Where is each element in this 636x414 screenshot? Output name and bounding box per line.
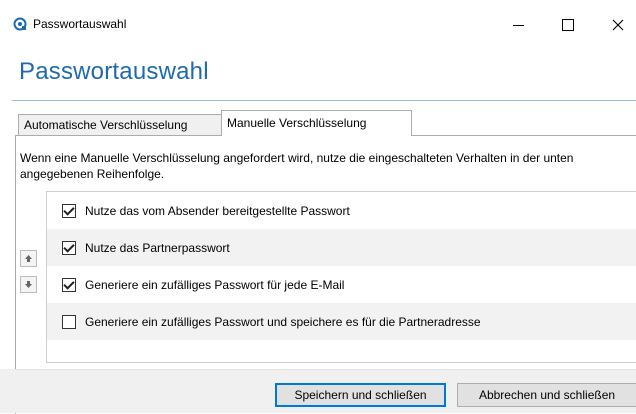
option-list: Nutze das vom Absender bereitgestellte P… xyxy=(46,191,636,363)
list-item[interactable]: Nutze das Partnerpasswort xyxy=(47,229,636,266)
close-button[interactable] xyxy=(595,10,636,40)
window-title: Passwortauswahl xyxy=(33,17,127,31)
option-label: Nutze das vom Absender bereitgestellte P… xyxy=(85,203,350,218)
cancel-and-close-button[interactable]: Abbrechen und schließen xyxy=(457,383,636,407)
list-item[interactable]: Generiere ein zufälliges Passwort für je… xyxy=(47,266,636,303)
arrow-down-icon xyxy=(25,281,32,288)
option-label: Generiere ein zufälliges Passwort für je… xyxy=(85,277,345,292)
option-checkbox[interactable] xyxy=(62,203,76,218)
save-and-close-button[interactable]: Speichern und schließen xyxy=(275,383,446,407)
minimize-icon xyxy=(512,24,524,26)
move-up-button[interactable] xyxy=(20,250,37,267)
list-item[interactable]: Nutze das vom Absender bereitgestellte P… xyxy=(47,192,636,229)
option-checkbox[interactable] xyxy=(62,240,76,255)
arrow-up-icon xyxy=(25,255,32,262)
title-bar: Passwortauswahl xyxy=(0,0,636,46)
shield-key-icon xyxy=(13,17,27,31)
option-label: Generiere ein zufälliges Passwort und sp… xyxy=(85,314,481,329)
heading-divider xyxy=(12,100,636,101)
move-down-button[interactable] xyxy=(20,276,37,293)
option-label: Nutze das Partnerpasswort xyxy=(85,240,230,255)
description-text: Wenn eine Manuelle Verschlüsselung angef… xyxy=(20,151,574,181)
page-title: Passwortauswahl xyxy=(19,58,209,85)
tab-manual-encryption[interactable]: Manuelle Verschlüsselung xyxy=(221,110,412,136)
dialog-window: Passwortauswahl Passwortauswahl Automati… xyxy=(0,0,636,414)
footer-divider xyxy=(15,369,636,370)
minimize-button[interactable] xyxy=(495,10,541,40)
tab-automatic-encryption[interactable]: Automatische Verschlüsselung xyxy=(18,114,225,135)
option-checkbox[interactable] xyxy=(62,277,76,292)
maximize-button[interactable] xyxy=(545,10,591,40)
list-item[interactable]: Generiere ein zufälliges Passwort und sp… xyxy=(47,303,636,340)
option-checkbox[interactable] xyxy=(62,314,76,329)
maximize-icon xyxy=(562,19,574,31)
close-icon xyxy=(612,19,624,31)
